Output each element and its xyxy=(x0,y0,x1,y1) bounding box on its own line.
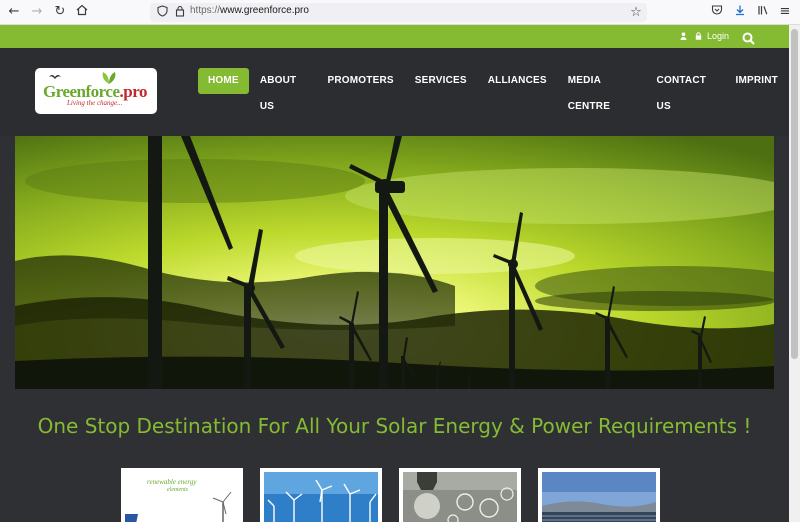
thumbnail-energy-bulb[interactable] xyxy=(399,468,521,522)
browser-toolbar: ← → ↻ https://www.greenforce.pro ☆ ≡ xyxy=(0,0,800,25)
thumbnail-renewable-energy[interactable]: renewable energy elements xyxy=(121,468,243,522)
login-lock-icon xyxy=(696,32,702,40)
url-domain: www.greenforce.pro xyxy=(220,5,309,16)
logo-name-suffix: .pro xyxy=(119,82,148,101)
solar-landscape-image xyxy=(542,472,656,522)
menu-item-promoters[interactable]: PROMOTERS xyxy=(317,68,403,94)
reload-icon[interactable]: ↻ xyxy=(52,4,68,20)
login-label: Login xyxy=(706,31,729,41)
download-icon[interactable] xyxy=(732,4,748,20)
site-header: Greenforce.pro Living the change... HOME… xyxy=(0,48,789,136)
site-logo[interactable]: Greenforce.pro Living the change... xyxy=(35,68,157,114)
forward-icon[interactable]: → xyxy=(29,4,45,20)
hero-banner xyxy=(15,136,774,389)
menu-item-media-centre[interactable]: MEDIA CENTRE xyxy=(558,68,646,112)
menu-item-contact-us[interactable]: CONTACT US xyxy=(647,68,725,112)
login-link[interactable]: Login xyxy=(680,31,729,41)
page-scrollbar[interactable] xyxy=(789,25,800,522)
user-icon xyxy=(680,32,687,40)
top-strip: Login xyxy=(0,25,789,48)
main-tagline: One Stop Destination For All Your Solar … xyxy=(37,414,752,438)
logo-tagline: Living the change... xyxy=(67,99,123,107)
menu-item-services[interactable]: SERVICES xyxy=(405,68,477,94)
menu-item-imprint[interactable]: IMPRINT xyxy=(725,68,788,94)
energy-bulb-image xyxy=(403,472,517,522)
back-icon[interactable]: ← xyxy=(6,4,22,20)
renewable-elements-image xyxy=(125,491,232,522)
thumbnail-solar-landscape[interactable] xyxy=(538,468,660,522)
search-icon[interactable] xyxy=(742,30,755,49)
menu-item-alliances[interactable]: ALLIANCES xyxy=(478,68,557,94)
bird-icon xyxy=(49,75,61,79)
url-text: https://www.greenforce.pro xyxy=(190,5,309,16)
scrollbar-thumb[interactable] xyxy=(791,29,798,359)
library-icon[interactable] xyxy=(755,4,771,20)
url-protocol: https:// xyxy=(190,5,221,16)
bookmark-star-icon[interactable]: ☆ xyxy=(628,5,644,21)
lock-icon[interactable] xyxy=(172,5,188,21)
wind-farm-image xyxy=(264,472,378,522)
main-menu: HOME ABOUT US PROMOTERS SERVICES ALLIANC… xyxy=(198,68,789,112)
menu-item-home[interactable]: HOME xyxy=(198,68,249,94)
wind-turbines-image xyxy=(15,136,774,389)
thumbnail-wind-farm[interactable] xyxy=(260,468,382,522)
home-icon[interactable] xyxy=(74,4,90,20)
menu-item-about-us[interactable]: ABOUT US xyxy=(250,68,317,112)
shield-icon[interactable] xyxy=(154,5,170,21)
pocket-icon[interactable] xyxy=(709,4,725,20)
url-bar[interactable]: https://www.greenforce.pro ☆ xyxy=(150,3,647,22)
menu-icon[interactable]: ≡ xyxy=(777,4,793,20)
